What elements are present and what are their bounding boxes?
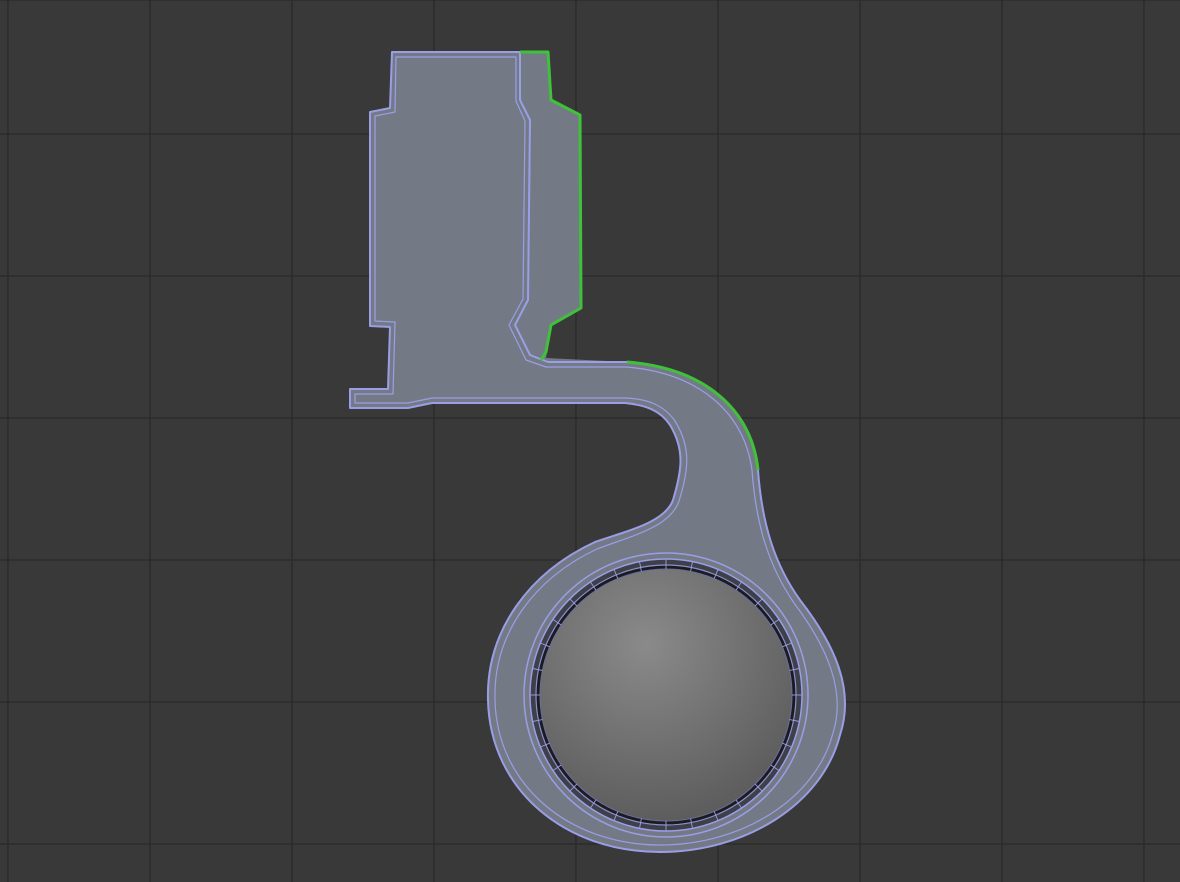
viewport-canvas[interactable] <box>0 0 1180 882</box>
hole-face[interactable] <box>539 568 793 822</box>
3d-viewport[interactable] <box>0 0 1180 882</box>
